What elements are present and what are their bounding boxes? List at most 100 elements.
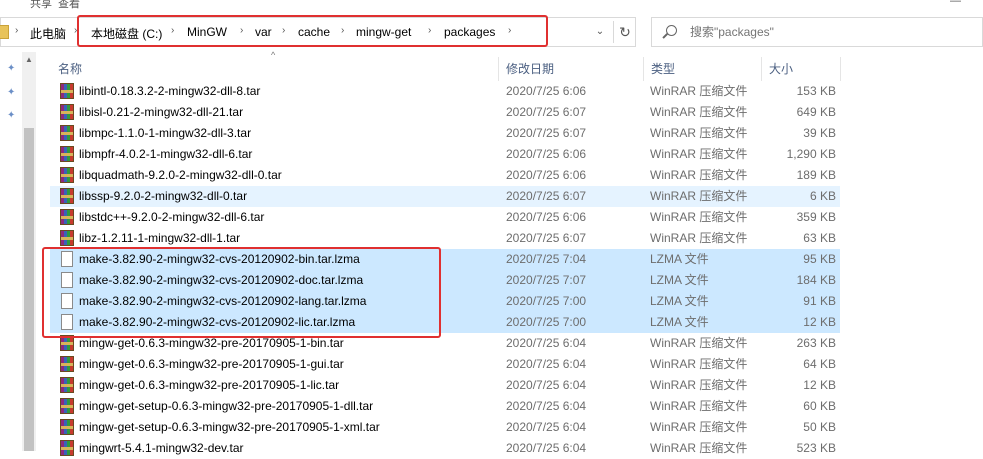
file-size: 50 KB — [803, 420, 836, 434]
file-name: libquadmath-9.2.0-2-mingw32-dll-0.tar — [79, 168, 282, 182]
breadcrumb-mingw-get[interactable]: mingw-get — [356, 25, 411, 39]
folder-icon — [0, 25, 9, 39]
file-type: WinRAR 压缩文件 — [650, 105, 748, 119]
column-header: ^ 名称 修改日期 类型 大小 — [50, 50, 841, 81]
table-row[interactable]: mingw-get-0.6.3-mingw32-pre-20170905-1-l… — [50, 375, 840, 396]
file-name: libmpfr-4.0.2-1-mingw32-dll-6.tar — [79, 147, 253, 161]
file-icon — [61, 293, 73, 309]
file-type: LZMA 文件 — [650, 252, 709, 266]
file-type: WinRAR 压缩文件 — [650, 147, 748, 161]
file-name: make-3.82.90-2-mingw32-cvs-20120902-doc.… — [79, 273, 364, 287]
table-row[interactable]: libmpfr-4.0.2-1-mingw32-dll-6.tar 2020/7/… — [50, 144, 840, 165]
breadcrumb-var[interactable]: var — [255, 25, 272, 39]
file-size: 6 KB — [809, 189, 836, 203]
table-row[interactable]: mingwrt-5.4.1-mingw32-dev.tar 2020/7/25 6… — [50, 438, 840, 459]
ribbon-tab-share[interactable]: 共享 — [30, 0, 52, 11]
file-date: 2020/7/25 7:07 — [506, 273, 587, 287]
minimize-button[interactable]: — — [950, 0, 961, 7]
chevron-right-icon[interactable]: › — [240, 25, 243, 36]
table-row[interactable]: libmpc-1.1.0-1-mingw32-dll-3.tar 2020/7/2… — [50, 123, 840, 144]
file-type: WinRAR 压缩文件 — [650, 231, 748, 245]
search-input[interactable] — [690, 23, 970, 41]
file-size: 12 KB — [803, 315, 836, 329]
table-row[interactable]: make-3.82.90-2-mingw32-cvs-20120902-bin.… — [50, 249, 840, 270]
file-size: 184 KB — [796, 273, 836, 287]
breadcrumb-packages[interactable]: packages — [444, 25, 495, 39]
file-size: 359 KB — [796, 210, 836, 224]
chevron-right-icon[interactable]: › — [282, 25, 285, 36]
search-box[interactable] — [651, 17, 983, 47]
file-name: mingw-get-0.6.3-mingw32-pre-20170905-1-b… — [79, 336, 344, 350]
rar-archive-icon — [60, 440, 74, 456]
file-size: 263 KB — [796, 336, 836, 350]
file-size: 1,290 KB — [786, 147, 836, 161]
scrollbar-thumb[interactable] — [24, 128, 34, 451]
scroll-up-icon[interactable]: ▲ — [25, 55, 33, 64]
file-type: WinRAR 压缩文件 — [650, 168, 748, 182]
file-name: mingw-get-0.6.3-mingw32-pre-20170905-1-g… — [79, 357, 344, 371]
chevron-right-icon[interactable]: › — [15, 25, 18, 36]
file-size: 12 KB — [803, 378, 836, 392]
file-date: 2020/7/25 6:06 — [506, 210, 587, 224]
chevron-down-icon[interactable]: ⌄ — [592, 24, 608, 40]
table-row[interactable]: mingw-get-setup-0.6.3-mingw32-pre-201709… — [50, 417, 840, 438]
file-name: libintl-0.18.3.2-2-mingw32-dll-8.tar — [79, 84, 261, 98]
file-date: 2020/7/25 6:04 — [506, 357, 587, 371]
file-type: WinRAR 压缩文件 — [650, 84, 748, 98]
table-row[interactable]: libintl-0.18.3.2-2-mingw32-dll-8.tar 2020… — [50, 81, 840, 102]
table-row[interactable]: make-3.82.90-2-mingw32-cvs-20120902-lang… — [50, 291, 840, 312]
column-date[interactable]: 修改日期 — [498, 57, 643, 81]
table-row[interactable]: make-3.82.90-2-mingw32-cvs-20120902-lic.… — [50, 312, 840, 333]
file-date: 2020/7/25 6:04 — [506, 378, 587, 392]
table-row[interactable]: libz-1.2.11-1-mingw32-dll-1.tar 2020/7/25… — [50, 228, 840, 249]
rar-archive-icon — [60, 167, 74, 183]
file-type: WinRAR 压缩文件 — [650, 210, 748, 224]
table-row[interactable]: libisl-0.21-2-mingw32-dll-21.tar 2020/7/2… — [50, 102, 840, 123]
ribbon-strip: 共享 查看 — — [0, 0, 983, 13]
file-date: 2020/7/25 6:04 — [506, 399, 587, 413]
table-row[interactable]: mingw-get-setup-0.6.3-mingw32-pre-201709… — [50, 396, 840, 417]
column-divider[interactable] — [840, 57, 841, 81]
file-date: 2020/7/25 7:00 — [506, 315, 587, 329]
column-name[interactable]: 名称 — [50, 57, 498, 81]
rar-archive-icon — [60, 356, 74, 372]
rar-archive-icon — [60, 419, 74, 435]
column-size[interactable]: 大小 — [761, 57, 840, 81]
navigation-scrollbar[interactable]: ▲ — [22, 52, 36, 451]
table-row[interactable]: libquadmath-9.2.0-2-mingw32-dll-0.tar 202… — [50, 165, 840, 186]
chevron-right-icon[interactable]: › — [171, 25, 174, 36]
pin-icon[interactable]: ✦ — [7, 88, 17, 98]
rar-archive-icon — [60, 146, 74, 162]
table-row[interactable]: libstdc++-9.2.0-2-mingw32-dll-6.tar 2020/… — [50, 207, 840, 228]
breadcrumb-mingw[interactable]: MinGW — [187, 25, 227, 39]
table-row[interactable]: mingw-get-0.6.3-mingw32-pre-20170905-1-g… — [50, 354, 840, 375]
file-date: 2020/7/25 6:06 — [506, 168, 587, 182]
pin-icon[interactable]: ✦ — [7, 111, 17, 121]
file-icon — [61, 251, 73, 267]
table-row[interactable]: make-3.82.90-2-mingw32-cvs-20120902-doc.… — [50, 270, 840, 291]
ribbon-tab-view[interactable]: 查看 — [58, 0, 80, 11]
file-name: make-3.82.90-2-mingw32-cvs-20120902-lic.… — [79, 315, 356, 329]
chevron-right-icon[interactable]: › — [508, 25, 511, 36]
chevron-right-icon[interactable]: › — [74, 25, 77, 36]
file-date: 2020/7/25 6:07 — [506, 126, 587, 140]
file-name: mingwrt-5.4.1-mingw32-dev.tar — [79, 441, 244, 455]
table-row[interactable]: libssp-9.2.0-2-mingw32-dll-0.tar 2020/7/2… — [50, 186, 840, 207]
column-type[interactable]: 类型 — [643, 57, 761, 81]
breadcrumb-this-pc[interactable]: 此电脑 — [30, 25, 66, 42]
rar-archive-icon — [60, 377, 74, 393]
breadcrumb-local-disk[interactable]: 本地磁盘 (C:) — [91, 25, 162, 42]
file-name: mingw-get-setup-0.6.3-mingw32-pre-201709… — [79, 399, 374, 413]
breadcrumb-cache[interactable]: cache — [298, 25, 330, 39]
file-type: LZMA 文件 — [650, 315, 709, 329]
file-size: 91 KB — [803, 294, 836, 308]
refresh-icon[interactable]: ↻ — [613, 21, 636, 43]
file-name: mingw-get-0.6.3-mingw32-pre-20170905-1-l… — [79, 378, 340, 392]
chevron-right-icon[interactable]: › — [428, 25, 431, 36]
file-type: WinRAR 压缩文件 — [650, 336, 748, 350]
table-row[interactable]: mingw-get-0.6.3-mingw32-pre-20170905-1-b… — [50, 333, 840, 354]
address-bar[interactable]: › 此电脑 › 本地磁盘 (C:) › MinGW › var › cache … — [0, 17, 636, 47]
pin-icon[interactable]: ✦ — [7, 64, 17, 74]
chevron-right-icon[interactable]: › — [341, 25, 344, 36]
rar-archive-icon — [60, 209, 74, 225]
